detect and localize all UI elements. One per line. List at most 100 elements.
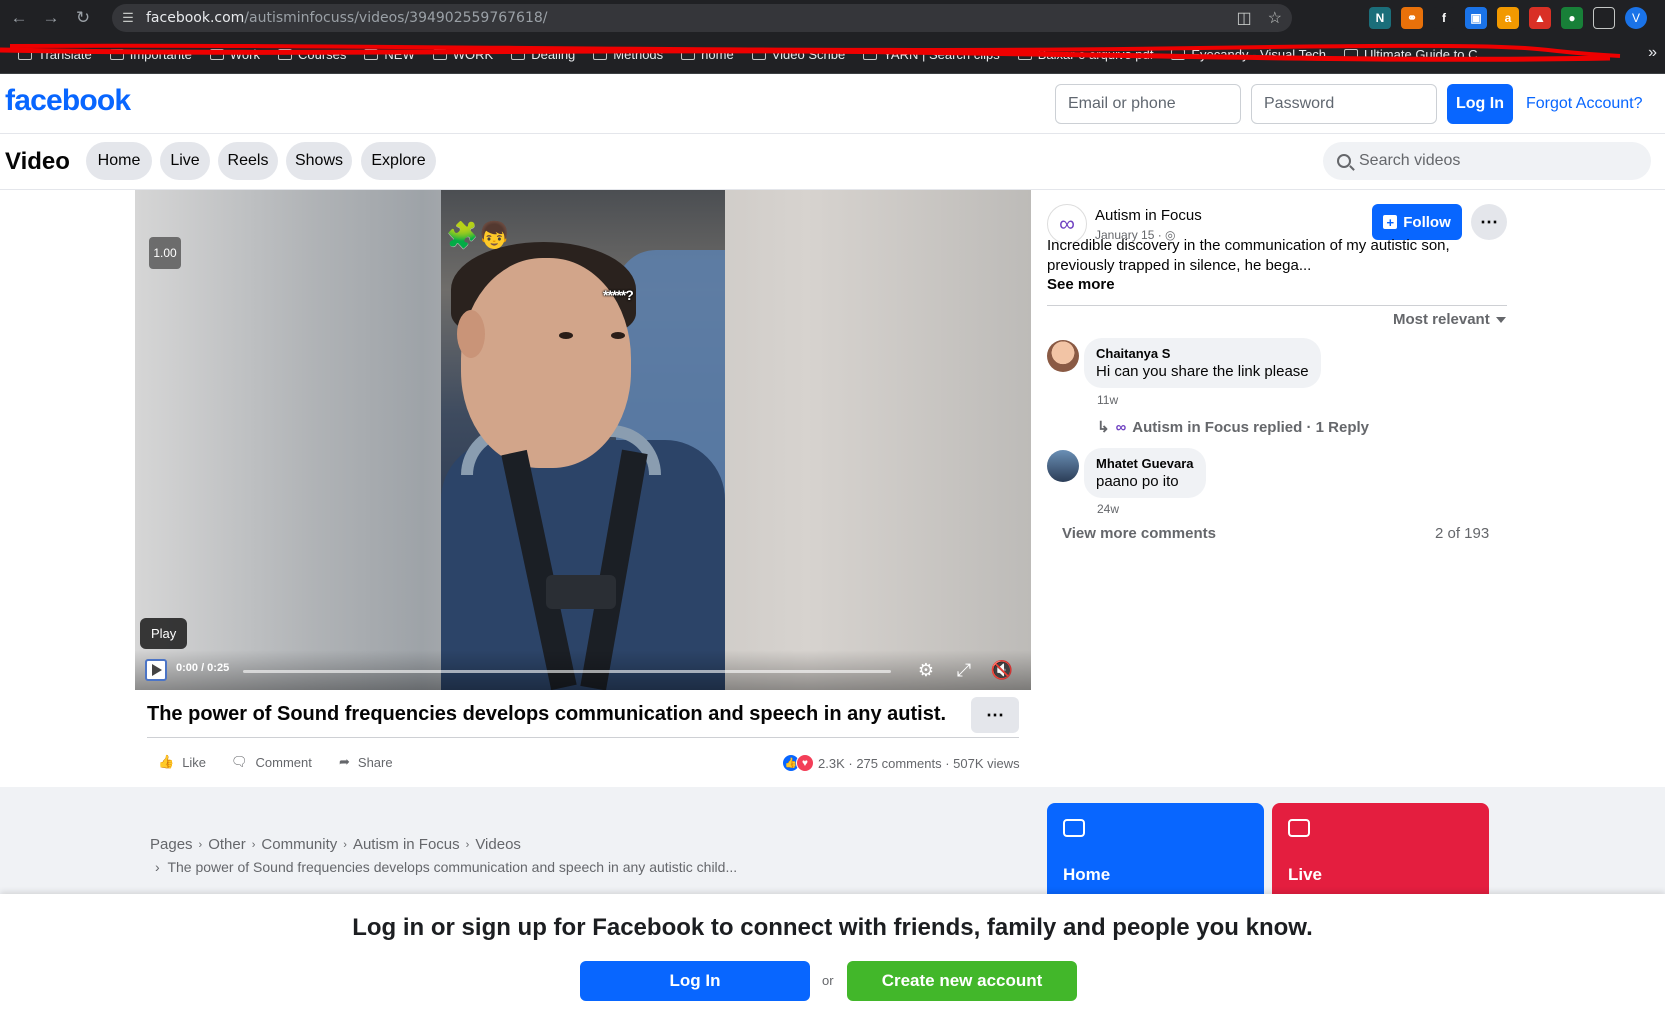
bookmark-item[interactable]: Work xyxy=(209,47,260,62)
search-videos-input[interactable]: Search videos xyxy=(1323,142,1651,180)
email-field[interactable]: Email or phone xyxy=(1055,84,1241,124)
video-player[interactable]: 🧩👦 *****? 1.00 Play 0:00 / 0:25 ⚙ ⤢ 🔇 xyxy=(135,190,1031,690)
bookmarks-overflow-icon[interactable]: » xyxy=(1648,44,1657,62)
tab-home[interactable]: Home xyxy=(86,142,152,180)
bookmark-item[interactable]: Importante xyxy=(109,47,192,62)
comment-author[interactable]: Chaitanya S xyxy=(1096,346,1309,361)
or-separator: or xyxy=(822,973,834,988)
breadcrumb-item[interactable]: Other xyxy=(208,836,246,853)
post-more-options-icon[interactable]: ⋯ xyxy=(971,697,1019,733)
bookmark-item[interactable]: Eyecandy - Visual Tech xyxy=(1171,47,1326,62)
puzzle-heart-sticker-icon: 🧩👦 xyxy=(446,220,511,250)
bookmark-item[interactable]: Baixar o arquivo pdf xyxy=(1017,47,1153,62)
fullscreen-icon[interactable]: ⤢ xyxy=(953,659,975,681)
extensions-puzzle-icon[interactable] xyxy=(1593,7,1615,29)
page-mini-avatar-icon: ∞ xyxy=(1115,418,1127,436)
address-bar[interactable]: ☰ facebook.com/autisminfocuss/videos/394… xyxy=(112,4,1292,32)
bookmark-item[interactable]: Ultimate Guide to C... xyxy=(1344,47,1488,62)
video-post-title: The power of Sound frequencies develops … xyxy=(147,703,947,725)
extension-icon[interactable]: N xyxy=(1369,7,1391,29)
share-button[interactable]: ➦ Share xyxy=(339,754,393,770)
live-camera-icon xyxy=(1288,819,1310,837)
login-banner: Log in or sign up for Facebook to connec… xyxy=(0,894,1665,1017)
comment-age[interactable]: 11w xyxy=(1097,393,1118,407)
like-button[interactable]: 👍 Like xyxy=(158,754,206,770)
comment-text: Hi can you share the link please xyxy=(1096,363,1309,380)
bookmark-star-icon[interactable]: ☆ xyxy=(1268,8,1282,28)
player-controls: 0:00 / 0:25 ⚙ ⤢ 🔇 xyxy=(135,650,1031,690)
forward-icon[interactable]: → xyxy=(38,5,64,31)
header-login-button[interactable]: Log In xyxy=(1447,84,1513,124)
comments-pagination: 2 of 193 xyxy=(1435,525,1490,542)
extension-icon[interactable]: a xyxy=(1497,7,1519,29)
bookmark-item[interactable]: Dealing xyxy=(511,47,575,62)
view-more-comments-link[interactable]: View more comments xyxy=(1062,525,1216,542)
bookmark-item[interactable]: home xyxy=(681,47,734,62)
fb-header: facebook Email or phone Password Log In … xyxy=(0,74,1665,134)
bookmark-item[interactable]: Video Scribe xyxy=(751,47,845,62)
banner-login-button[interactable]: Log In xyxy=(580,961,810,1001)
install-app-icon[interactable]: ◫ xyxy=(1237,8,1252,28)
extension-icon[interactable]: ▲ xyxy=(1529,7,1551,29)
love-reaction-icon: ♥ xyxy=(796,754,814,772)
mute-icon[interactable]: 🔇 xyxy=(991,659,1013,681)
comment-bubble: Mhatet Guevara paano po ito xyxy=(1084,448,1206,498)
bookmark-item[interactable]: Courses xyxy=(277,47,346,62)
settings-gear-icon[interactable]: ⚙ xyxy=(915,659,937,681)
reaction-summary[interactable]: 👍 ♥ 2.3K · 275 comments · 507K views xyxy=(782,754,1020,772)
tile-home[interactable]: Home xyxy=(1047,803,1264,894)
extension-icon[interactable]: f xyxy=(1433,7,1455,29)
more-options-icon[interactable]: ⋯ xyxy=(1471,204,1507,240)
bookmark-item[interactable]: WORK xyxy=(432,47,493,62)
bookmark-item[interactable]: Methods xyxy=(593,47,663,62)
page-name[interactable]: Autism in Focus xyxy=(1095,207,1202,224)
breadcrumb-item[interactable]: Videos xyxy=(475,836,521,853)
back-icon[interactable]: ← xyxy=(6,5,32,31)
page-title: Video xyxy=(5,148,70,175)
breadcrumb-tail[interactable]: › The power of Sound frequencies develop… xyxy=(155,859,737,875)
tab-live[interactable]: Live xyxy=(160,142,210,180)
video-frame: 🧩👦 *****? xyxy=(441,190,725,690)
forgot-account-link[interactable]: Forgot Account? xyxy=(1526,95,1643,113)
sort-dropdown[interactable]: Most relevant xyxy=(1393,311,1506,328)
comment-text: paano po ito xyxy=(1096,473,1179,490)
extension-icon[interactable]: ▣ xyxy=(1465,7,1487,29)
comment-bubble: Chaitanya S Hi can you share the link pl… xyxy=(1084,338,1321,388)
tab-shows[interactable]: Shows xyxy=(286,142,352,180)
reply-arrow-icon: ↳ xyxy=(1097,419,1110,436)
comment-age[interactable]: 24w xyxy=(1097,502,1119,516)
play-icon xyxy=(152,664,162,676)
facebook-logo[interactable]: facebook xyxy=(5,84,131,118)
play-button[interactable] xyxy=(145,659,167,681)
video-subnav: Video Home Live Reels Shows Explore Sear… xyxy=(0,134,1665,190)
tile-live[interactable]: Live xyxy=(1272,803,1489,894)
profile-avatar[interactable]: V xyxy=(1625,7,1647,29)
bookmark-item[interactable]: NEW xyxy=(364,47,415,62)
see-more-link[interactable]: See more xyxy=(1047,276,1115,293)
video-play-icon xyxy=(1063,819,1085,837)
password-field[interactable]: Password xyxy=(1251,84,1437,124)
bookmarks-bar: Translate Importante Work Courses NEW WO… xyxy=(0,36,1665,74)
avatar[interactable] xyxy=(1047,340,1079,372)
comment-author[interactable]: Mhatet Guevara xyxy=(1096,456,1194,471)
reload-icon[interactable]: ↻ xyxy=(70,5,96,31)
bookmark-item[interactable]: Translate xyxy=(18,47,92,62)
avatar[interactable] xyxy=(1047,450,1079,482)
comments-count[interactable]: 275 comments xyxy=(856,756,941,771)
time-display: 0:00 / 0:25 xyxy=(176,662,230,674)
view-replies-link[interactable]: ↳ ∞ Autism in Focus replied · 1 Reply xyxy=(1097,418,1369,437)
search-icon xyxy=(1337,154,1351,168)
extension-icon[interactable]: ⚭ xyxy=(1401,7,1423,29)
bookmark-item[interactable]: YARN | Search clips xyxy=(863,47,1000,62)
extension-icon[interactable]: ● xyxy=(1561,7,1583,29)
tab-reels[interactable]: Reels xyxy=(218,142,278,180)
comment-button[interactable]: 🗨 Comment xyxy=(231,754,312,770)
breadcrumb-item[interactable]: Autism in Focus xyxy=(353,836,460,853)
tab-explore[interactable]: Explore xyxy=(361,142,436,180)
breadcrumb-item[interactable]: Community xyxy=(261,836,337,853)
follow-button[interactable]: + Follow xyxy=(1372,204,1462,240)
site-info-icon[interactable]: ☰ xyxy=(120,10,136,26)
breadcrumb-item[interactable]: Pages xyxy=(150,836,193,853)
create-account-button[interactable]: Create new account xyxy=(847,961,1077,1001)
progress-bar[interactable] xyxy=(243,670,891,673)
